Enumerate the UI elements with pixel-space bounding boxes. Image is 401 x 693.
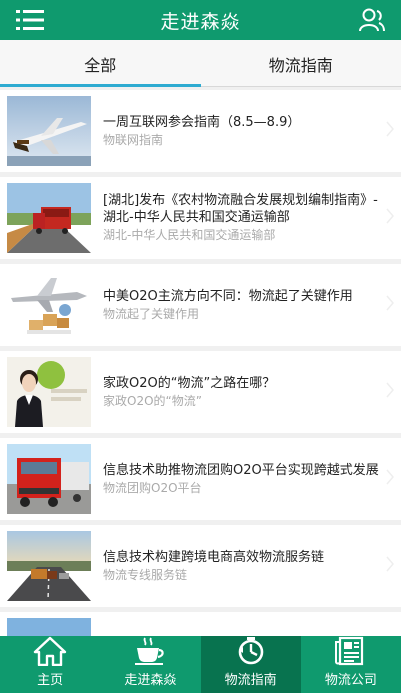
user-icon[interactable] xyxy=(359,8,385,32)
list-item[interactable]: 信息技术助推物流团购O2O平台实现跨越式发展 物流团购O2O平台 xyxy=(0,438,401,520)
newspaper-icon xyxy=(334,636,363,666)
chevron-right-icon xyxy=(386,208,394,224)
chevron-right-icon xyxy=(386,295,394,311)
nav-label: 物流公司 xyxy=(324,673,377,688)
list-item[interactable]: [湖北]发布《农村物流融合发展规划编制指南》-湖北-中华人民共和国交通运输部 湖… xyxy=(0,177,401,259)
top-app-bar: 走进森焱 xyxy=(0,0,401,40)
nav-label: 走进森焱 xyxy=(124,673,177,688)
article-title: 信息技术助推物流团购O2O平台实现跨越式发展 xyxy=(103,462,379,478)
tab-label: 物流指南 xyxy=(268,55,333,75)
category-tabs: 全部 物流指南 xyxy=(0,40,401,87)
nav-about[interactable]: 走进森焱 xyxy=(100,636,200,693)
nav-home[interactable]: 主页 xyxy=(0,636,100,693)
nav-label: 主页 xyxy=(37,673,64,688)
tab-logistics-guide[interactable]: 物流指南 xyxy=(200,40,401,87)
trucks-highway-image xyxy=(7,531,91,601)
coffee-cup-icon xyxy=(135,637,165,665)
tab-all[interactable]: 全部 xyxy=(0,40,201,87)
article-title: [湖北]发布《农村物流融合发展规划编制指南》-湖北-中华人民共和国交通运输部 xyxy=(103,193,378,225)
article-subtitle: 湖北-中华人民共和国交通运输部 xyxy=(103,228,276,242)
airplane-parcels-image xyxy=(7,270,91,340)
article-subtitle: 物流专线服务链 xyxy=(103,567,188,582)
article-title: 信息技术构建跨境电商高效物流服务链 xyxy=(103,549,325,565)
list-item[interactable]: 中美O2O主流方向不同：物流起了关键作用 物流起了关键作用 xyxy=(0,264,401,346)
article-title: 一周互联网参会指南（8.5—8.9） xyxy=(103,114,301,130)
page-title: 走进森焱 xyxy=(160,10,241,33)
nav-logistics-guide[interactable]: 物流指南 xyxy=(200,636,301,693)
article-title: 中美O2O主流方向不同：物流起了关键作用 xyxy=(103,288,353,304)
cargo-airplane-image xyxy=(7,96,91,166)
home-icon xyxy=(33,636,67,666)
red-truck-front-image xyxy=(7,444,91,514)
app-screen: 走进森焱 全部 物流指南 一周互联网参会指南（8.5—8.9） 物联网指南 [湖… xyxy=(0,0,401,693)
article-list: 一周互联网参会指南（8.5—8.9） 物联网指南 [湖北]发布《农村物流融合发展… xyxy=(0,90,401,693)
nav-label: 物流指南 xyxy=(224,673,277,688)
timer-icon xyxy=(238,637,263,665)
bottom-navigation: 主页 走进森焱 物流指南 物流公司 xyxy=(0,636,401,693)
article-subtitle: 物流团购O2O平台 xyxy=(103,480,202,495)
menu-icon[interactable] xyxy=(16,9,44,31)
article-subtitle: 物联网指南 xyxy=(103,132,164,147)
list-item[interactable]: 信息技术构建跨境电商高效物流服务链 物流专线服务链 xyxy=(0,525,401,607)
red-truck-road-image xyxy=(7,183,91,253)
nav-logistics-company[interactable]: 物流公司 xyxy=(301,636,401,693)
chevron-right-icon xyxy=(386,556,394,572)
chevron-right-icon xyxy=(386,121,394,137)
article-subtitle: 物流起了关键作用 xyxy=(103,306,200,321)
tab-label: 全部 xyxy=(84,55,117,75)
service-woman-image xyxy=(7,357,91,427)
article-title: 家政O2O的“物流”之路在哪？ xyxy=(103,375,276,391)
chevron-right-icon xyxy=(386,469,394,485)
chevron-right-icon xyxy=(386,382,394,398)
list-item[interactable]: 一周互联网参会指南（8.5—8.9） 物联网指南 xyxy=(0,90,401,172)
list-item[interactable]: 家政O2O的“物流”之路在哪？ 家政O2O的“物流” xyxy=(0,351,401,433)
article-subtitle: 家政O2O的“物流” xyxy=(103,393,202,408)
